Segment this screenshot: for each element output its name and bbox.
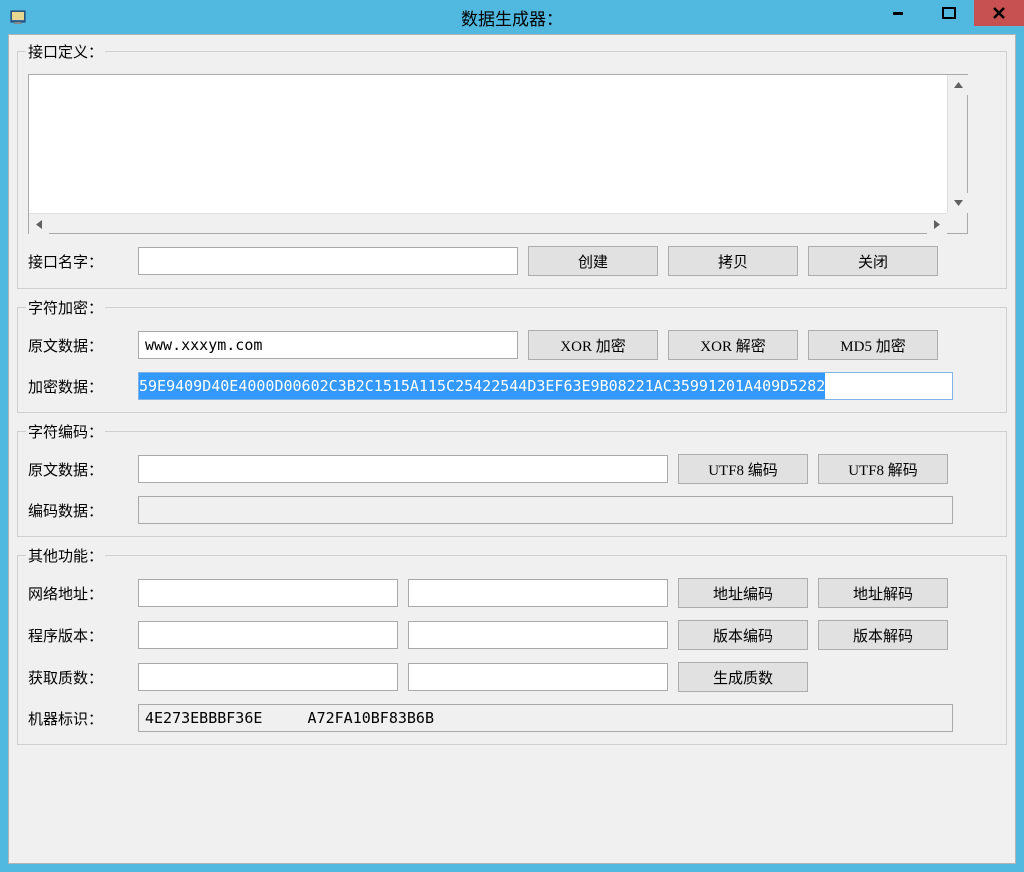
gen-prime-button[interactable]: 生成质数 — [678, 662, 808, 692]
interface-def-textarea[interactable] — [28, 74, 968, 234]
utf8-encode-button[interactable]: UTF8 编码 — [678, 454, 808, 484]
group-string-encode: 字符编码： 原文数据： UTF8 编码 UTF8 解码 编码数据： — [17, 421, 1007, 537]
prime-input1[interactable] — [138, 663, 398, 691]
minimize-button[interactable] — [874, 0, 924, 26]
prime-input2[interactable] — [408, 663, 668, 691]
net-addr-input2[interactable] — [408, 579, 668, 607]
encode-data-output[interactable] — [138, 496, 953, 524]
prime-label: 获取质数： — [28, 667, 128, 688]
xor-decrypt-button[interactable]: XOR 解密 — [668, 330, 798, 360]
version-input2[interactable] — [408, 621, 668, 649]
close-dialog-button[interactable]: 关闭 — [808, 246, 938, 276]
encrypted-data-label: 加密数据： — [28, 376, 128, 397]
group-legend: 接口定义： — [26, 41, 105, 62]
interface-name-label: 接口名字： — [28, 251, 128, 272]
encode-plain-input[interactable] — [138, 455, 668, 483]
group-string-encrypt: 字符加密： 原文数据： XOR 加密 XOR 解密 MD5 加密 加密数据： 5… — [17, 297, 1007, 413]
scroll-right-icon[interactable] — [927, 214, 947, 234]
xor-encrypt-button[interactable]: XOR 加密 — [528, 330, 658, 360]
close-button[interactable] — [974, 0, 1024, 26]
version-encode-button[interactable]: 版本编码 — [678, 620, 808, 650]
group-other: 其他功能： 网络地址： 地址编码 地址解码 程序版本： 版本编码 版本解码 获取… — [17, 545, 1007, 745]
scroll-up-icon[interactable] — [948, 75, 968, 95]
encode-data-label: 编码数据： — [28, 500, 128, 521]
utf8-decode-button[interactable]: UTF8 解码 — [818, 454, 948, 484]
md5-encrypt-button[interactable]: MD5 加密 — [808, 330, 938, 360]
plain-data-label: 原文数据： — [28, 335, 128, 356]
addr-decode-button[interactable]: 地址解码 — [818, 578, 948, 608]
scroll-left-icon[interactable] — [29, 214, 49, 234]
titlebar: 数据生成器： — [0, 0, 1024, 34]
version-label: 程序版本： — [28, 625, 128, 646]
create-button[interactable]: 创建 — [528, 246, 658, 276]
app-icon — [10, 9, 26, 25]
app-window: 数据生成器： 接口定义： — [0, 0, 1024, 872]
scroll-corner — [947, 213, 967, 233]
horizontal-scrollbar[interactable] — [29, 213, 947, 233]
group-legend: 字符加密： — [26, 297, 105, 318]
window-title: 数据生成器： — [0, 5, 1024, 30]
encrypted-data-output[interactable]: 59E9409D40E4000D00602C3B2C1515A115C25422… — [138, 372, 953, 400]
copy-button[interactable]: 拷贝 — [668, 246, 798, 276]
group-legend: 字符编码： — [26, 421, 105, 442]
group-interface-def: 接口定义： — [17, 41, 1007, 289]
maximize-button[interactable] — [924, 0, 974, 26]
encode-plain-label: 原文数据： — [28, 459, 128, 480]
version-decode-button[interactable]: 版本解码 — [818, 620, 948, 650]
vertical-scrollbar[interactable] — [947, 75, 967, 213]
window-controls — [874, 0, 1024, 26]
scroll-down-icon[interactable] — [948, 193, 968, 213]
net-addr-input1[interactable] — [138, 579, 398, 607]
group-legend: 其他功能： — [26, 545, 105, 566]
machine-id-label: 机器标识： — [28, 708, 128, 729]
interface-name-input[interactable] — [138, 247, 518, 275]
plain-data-input[interactable] — [138, 331, 518, 359]
addr-encode-button[interactable]: 地址编码 — [678, 578, 808, 608]
machine-id-output[interactable]: 4E273EBBBF36E A72FA10BF83B6B — [138, 704, 953, 732]
net-addr-label: 网络地址： — [28, 583, 128, 604]
client-area: 接口定义： — [8, 34, 1016, 864]
version-input1[interactable] — [138, 621, 398, 649]
